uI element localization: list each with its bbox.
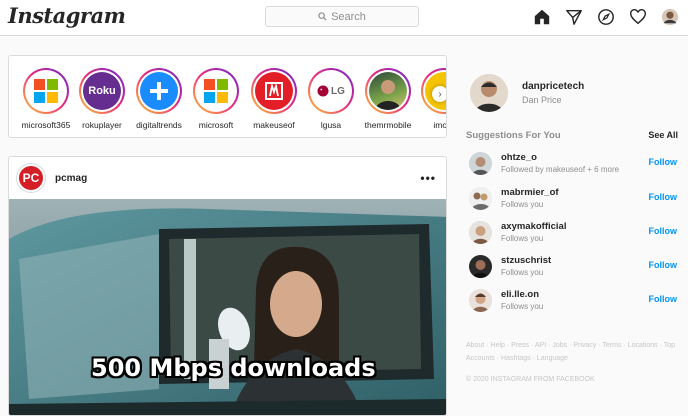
story-item[interactable]: themrmobile: [359, 68, 417, 130]
current-user-avatar[interactable]: [470, 74, 508, 112]
chevron-right-icon: ›: [438, 88, 442, 100]
post-author-username[interactable]: pcmag: [55, 173, 87, 184]
suggestion-avatar[interactable]: [469, 289, 492, 312]
story-username: makeuseof: [253, 120, 295, 130]
top-navigation-bar: Instagram Search: [0, 0, 688, 36]
suggestions-title: Suggestions For You: [466, 130, 561, 141]
suggestion-username[interactable]: eli.lle.on: [501, 289, 539, 300]
footer-links[interactable]: About · Help · Press · API · Jobs · Priv…: [466, 339, 681, 365]
story-item[interactable]: LG lgusa: [302, 68, 360, 130]
story-item[interactable]: makeuseof: [245, 68, 303, 130]
suggestions-header: Suggestions For You See All: [466, 130, 678, 141]
story-item[interactable]: digitaltrends: [130, 68, 188, 130]
suggestion-username[interactable]: axymakofficial: [501, 221, 566, 232]
search-icon: [318, 12, 327, 21]
suggestion-avatar[interactable]: [469, 255, 492, 278]
post-author-avatar[interactable]: PC: [17, 164, 45, 192]
footer-copyright: © 2020 INSTAGRAM FROM FACEBOOK: [466, 376, 595, 383]
story-username: themrmobile: [364, 120, 412, 130]
more-options-icon[interactable]: •••: [420, 171, 436, 185]
lg-logo-icon: LG: [312, 72, 350, 110]
current-user-username[interactable]: danpricetech: [522, 81, 584, 92]
nav-icons: [532, 7, 680, 27]
feed-post: PC pcmag ••• 500 Mbps downloads: [8, 156, 447, 416]
direct-message-icon[interactable]: [564, 7, 584, 27]
story-username: imore: [433, 120, 447, 130]
post-media[interactable]: 500 Mbps downloads: [9, 199, 446, 415]
search-placeholder: Search: [331, 10, 366, 23]
see-all-link[interactable]: See All: [648, 130, 678, 141]
suggestion-avatar[interactable]: [469, 221, 492, 244]
post-header: PC pcmag •••: [9, 157, 446, 199]
story-username: microsoft365: [21, 120, 71, 130]
roku-logo-icon: Roku: [83, 72, 121, 110]
post-caption-overlay: 500 Mbps downloads: [91, 354, 376, 382]
suggestion-username[interactable]: mabrmier_of: [501, 187, 559, 198]
story-username: rokuplayer: [82, 120, 122, 130]
suggestion-subtext: Follows you: [501, 268, 544, 277]
suggestion-subtext: Follows you: [501, 302, 544, 311]
follow-button[interactable]: Follow: [649, 226, 678, 236]
follow-button[interactable]: Follow: [649, 157, 678, 167]
suggestion-row: axymakofficial Follows you Follow: [469, 221, 679, 249]
story-username: digitaltrends: [136, 120, 182, 130]
lg-logo-text: LG: [331, 85, 345, 97]
current-user-card: danpricetech Dan Price: [470, 74, 584, 112]
microsoft-logo-icon: [27, 72, 65, 110]
follow-button[interactable]: Follow: [649, 294, 678, 304]
profile-avatar[interactable]: [660, 7, 680, 27]
makeuseof-logo-icon: [255, 72, 293, 110]
activity-heart-icon[interactable]: [628, 7, 648, 27]
suggestion-avatar[interactable]: [469, 187, 492, 210]
suggestion-row: eli.lle.on Follows you Follow: [469, 289, 679, 317]
story-item[interactable]: microsoft: [187, 68, 245, 130]
search-input[interactable]: Search: [265, 6, 419, 27]
explore-compass-icon[interactable]: [596, 7, 616, 27]
story-username: microsoft: [198, 120, 234, 130]
suggestion-username[interactable]: ohtze_o: [501, 152, 537, 163]
story-item[interactable]: microsoft365: [17, 68, 75, 130]
suggestion-row: ohtze_o Followed by makeuseof + 6 more F…: [469, 152, 679, 180]
suggestion-subtext: Followed by makeuseof + 6 more: [501, 165, 620, 174]
home-icon[interactable]: [532, 7, 552, 27]
suggestion-row: mabrmier_of Follows you Follow: [469, 187, 679, 215]
stories-tray: microsoft365 Roku rokuplayer digitaltren…: [8, 55, 447, 138]
suggestion-subtext: Follows you: [501, 200, 544, 209]
suggestion-row: stzuschrist Follows you Follow: [469, 255, 679, 283]
digitaltrends-plus-icon: [140, 72, 178, 110]
current-user-fullname: Dan Price: [522, 95, 562, 105]
suggestion-username[interactable]: stzuschrist: [501, 255, 551, 266]
stories-next-button[interactable]: ›: [432, 86, 446, 102]
story-username: lgusa: [320, 120, 342, 130]
suggestion-subtext: Follows you: [501, 234, 544, 243]
follow-button[interactable]: Follow: [649, 192, 678, 202]
suggestion-avatar[interactable]: [469, 152, 492, 175]
microsoft-logo-icon: [197, 72, 235, 110]
instagram-logo[interactable]: Instagram: [8, 3, 126, 28]
themrmobile-avatar: [369, 72, 407, 110]
follow-button[interactable]: Follow: [649, 260, 678, 270]
story-item[interactable]: Roku rokuplayer: [73, 68, 131, 130]
